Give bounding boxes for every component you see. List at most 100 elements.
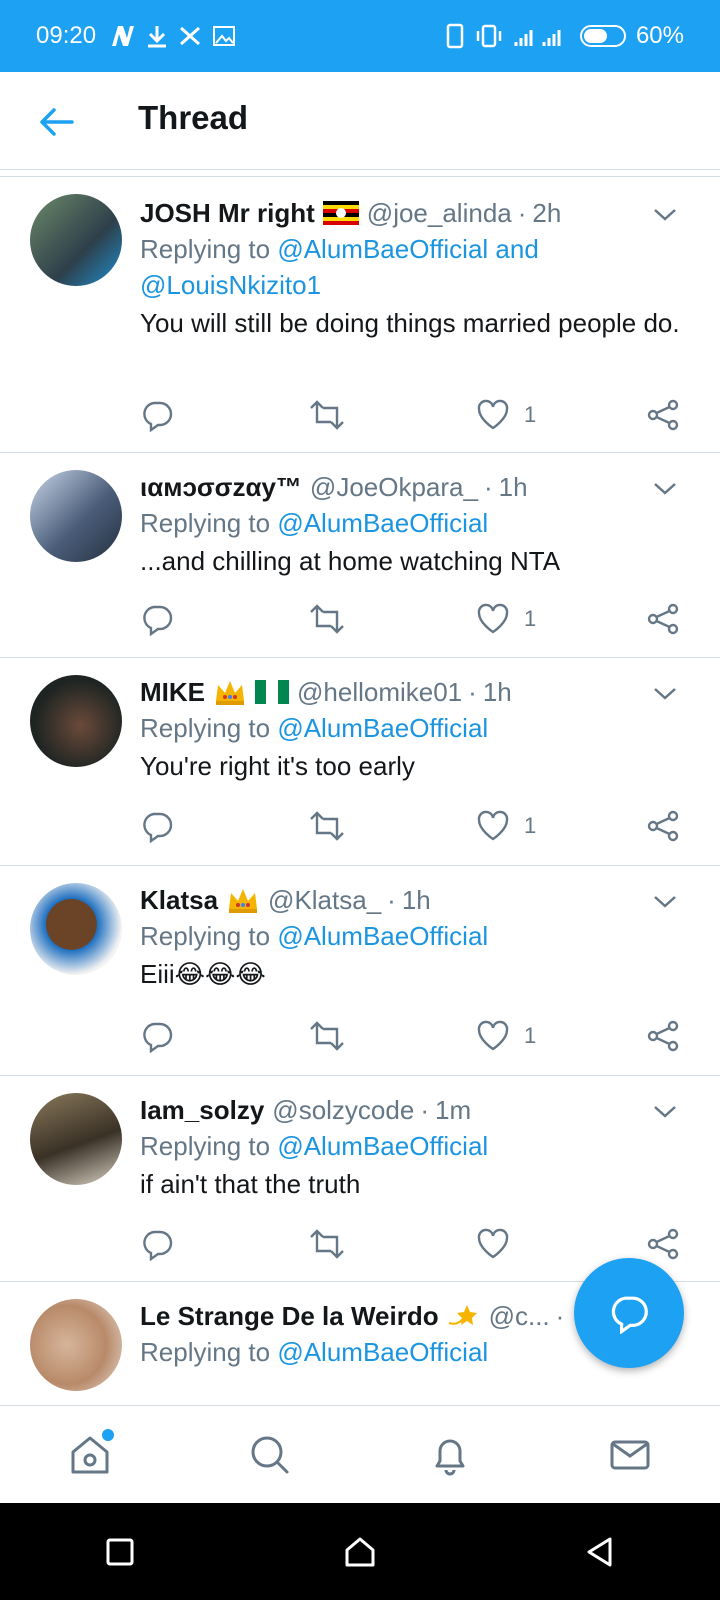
like-count: 1 (524, 813, 537, 838)
heart-icon (477, 399, 509, 430)
mention-link[interactable]: @AlumBaeOfficial (277, 713, 488, 743)
tweet[interactable]: MIKE @hellomike01 · 1h Replying to @Alum… (0, 658, 720, 866)
retweet-button[interactable] (308, 602, 346, 636)
chevron-down-icon[interactable] (650, 886, 680, 916)
chevron-down-icon[interactable] (650, 199, 680, 229)
reply-button[interactable] (140, 1227, 174, 1261)
reply-prefix: Replying to (140, 713, 271, 743)
share-button[interactable] (646, 398, 680, 432)
back-button[interactable] (570, 1522, 630, 1582)
reply-bubble-icon (611, 1296, 648, 1334)
recents-button[interactable] (90, 1522, 150, 1582)
like-button[interactable] (476, 1227, 524, 1261)
avatar[interactable] (30, 1093, 122, 1185)
bell-icon (435, 1439, 465, 1475)
mention-link[interactable]: @AlumBaeOfficial (277, 508, 488, 538)
retweet-button[interactable] (308, 398, 346, 432)
tweet[interactable]: Iam_solzy @solzycode · 1m Replying to @A… (0, 1076, 720, 1282)
tweet-text: Eiii😂😂😂 (140, 959, 266, 989)
like-count: 1 (524, 402, 537, 427)
display-name[interactable]: JOSH Mr right (140, 198, 315, 229)
display-name[interactable]: Iam_solzy (140, 1095, 264, 1126)
reply-prefix: Replying to (140, 921, 271, 951)
timestamp: 1h (498, 471, 528, 502)
home-button[interactable] (330, 1522, 390, 1582)
display-name[interactable]: Le Strange De la Weirdo (140, 1301, 439, 1332)
nav-notifications[interactable] (420, 1425, 480, 1485)
retweet-button[interactable] (308, 809, 346, 843)
display-name[interactable]: Klatsa (140, 885, 218, 916)
tweet-text: You're right it's too early (140, 751, 415, 781)
battery-level: 60% (635, 22, 684, 49)
nav-messages[interactable] (600, 1425, 660, 1485)
separator: · (387, 884, 396, 915)
timestamp: 1m (434, 1094, 472, 1125)
tweet-text: if ain't that the truth (140, 1169, 361, 1199)
like-button[interactable]: 1 (476, 602, 536, 636)
chevron-down-icon[interactable] (650, 1096, 680, 1126)
reply-prefix: Replying to (140, 508, 271, 538)
handle[interactable]: @c... (489, 1301, 550, 1332)
reply-context: Replying to @AlumBaeOfficial (140, 1128, 684, 1164)
avatar[interactable] (30, 194, 122, 286)
handle[interactable]: @solzycode (272, 1095, 414, 1126)
share-button[interactable] (646, 602, 680, 636)
reply-button[interactable] (140, 1019, 174, 1053)
reply-context: Replying to @AlumBaeOfficial (140, 710, 684, 746)
triangle-back-icon (587, 1537, 612, 1566)
handle[interactable]: @joe_alinda (367, 198, 512, 229)
back-arrow-icon[interactable] (36, 102, 76, 142)
reply-button[interactable] (140, 809, 174, 843)
avatar[interactable] (30, 883, 122, 975)
search-icon (251, 1436, 289, 1473)
timestamp: 1h (401, 884, 431, 915)
x-app-icon (180, 26, 201, 46)
nav-home[interactable] (60, 1425, 120, 1485)
tweet[interactable]: Klatsa @Klatsa_ · 1h Replying to @AlumBa… (0, 866, 720, 1076)
handle[interactable]: @hellomike01 (297, 677, 462, 708)
like-button[interactable]: 1 (476, 809, 536, 843)
phone-icon (446, 23, 464, 49)
display-name[interactable]: MIKE (140, 677, 205, 708)
retweet-icon (310, 604, 344, 634)
like-count: 1 (524, 606, 537, 631)
app-bar: Thread (0, 72, 720, 170)
share-icon (647, 399, 679, 431)
reply-button[interactable] (140, 398, 174, 432)
reply-button[interactable] (140, 602, 174, 636)
tweet[interactable]: JOSH Mr right @joe_alinda · 2h Replying … (0, 177, 720, 453)
gallery-icon (213, 26, 236, 46)
handle[interactable]: @Klatsa_ (268, 885, 381, 916)
nigeria-flag-icon (255, 680, 289, 704)
share-icon (647, 810, 679, 842)
nav-search[interactable] (240, 1425, 300, 1485)
share-button[interactable] (646, 1227, 680, 1261)
mention-link[interactable]: @AlumBaeOfficial (277, 1131, 488, 1161)
avatar[interactable] (30, 470, 122, 562)
reply-icon (143, 605, 173, 636)
reply-context: Replying to @AlumBaeOfficial (140, 918, 684, 954)
chevron-down-icon[interactable] (650, 678, 680, 708)
like-button[interactable]: 1 (476, 1019, 536, 1053)
mention-link[interactable]: @AlumBaeOfficial (277, 1337, 488, 1367)
retweet-button[interactable] (308, 1227, 346, 1261)
clock: 09:20 (36, 22, 97, 49)
retweet-icon (310, 400, 344, 430)
handle[interactable]: @JoeOkpara_ (310, 472, 478, 503)
retweet-icon (310, 1021, 344, 1051)
share-icon (647, 1228, 679, 1260)
timestamp: 1h (482, 676, 512, 707)
like-button[interactable]: 1 (476, 398, 536, 432)
retweet-button[interactable] (308, 1019, 346, 1053)
avatar[interactable] (30, 1299, 122, 1391)
dizzy-star-icon (447, 1301, 481, 1331)
chevron-down-icon[interactable] (650, 473, 680, 503)
display-name[interactable]: ιαмɔσσzαy™ (140, 472, 302, 503)
share-button[interactable] (646, 809, 680, 843)
mention-link[interactable]: @AlumBaeOfficial (277, 921, 488, 951)
tweet[interactable]: ιαмɔσσzαy™ @JoeOkpara_ · 1h Replying to … (0, 453, 720, 658)
tweet-thread[interactable]: JOSH Mr right @joe_alinda · 2h Replying … (0, 176, 720, 1404)
avatar[interactable] (30, 675, 122, 767)
share-button[interactable] (646, 1019, 680, 1053)
compose-reply-button[interactable] (574, 1258, 684, 1368)
